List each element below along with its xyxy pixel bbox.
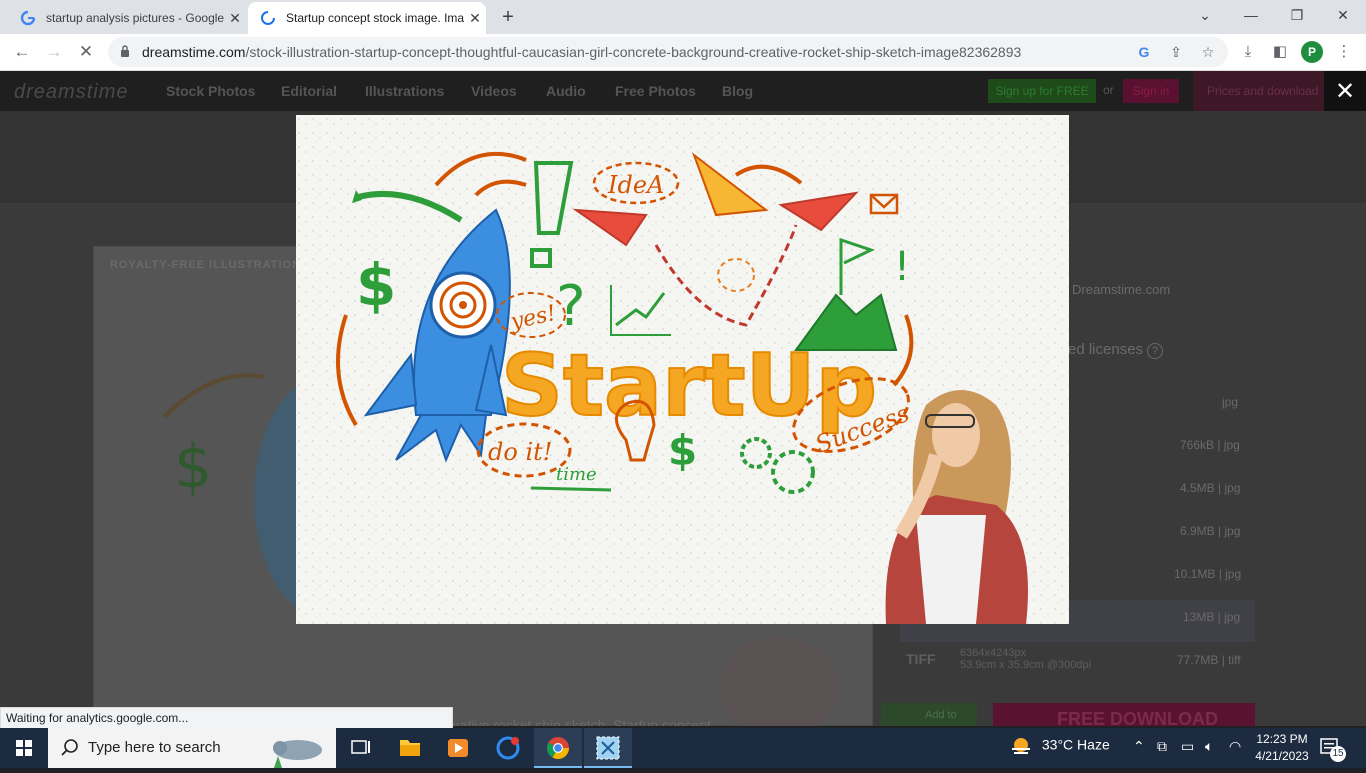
tab-close-icon[interactable]: ✕: [464, 10, 486, 27]
loading-spinner-icon: [260, 10, 276, 26]
svg-text:!: !: [894, 244, 910, 290]
image-caption: eative rocket ship sketch. Startup conce…: [452, 717, 712, 726]
google-lens-icon[interactable]: G: [1134, 42, 1154, 62]
close-window-button[interactable]: ✕: [1320, 0, 1366, 30]
help-icon[interactable]: ?: [1147, 343, 1163, 359]
tiff-resolution-cm: 53.9cm x 35.9cm @300dpi: [960, 659, 1092, 671]
volume-icon[interactable]: 🔈︎: [1205, 738, 1213, 755]
size-option[interactable]: 10.1MB | jpg: [1174, 567, 1241, 581]
startup-illustration: $ $ ? yes! IdeA ! StartUp do it! time Su…: [296, 115, 1069, 624]
lightbox-image[interactable]: $ $ ? yes! IdeA ! StartUp do it! time Su…: [296, 115, 1069, 624]
size-option[interactable]: 4.5MB | jpg: [1180, 481, 1240, 495]
url-path: /stock-illustration-startup-concept-thou…: [245, 44, 1022, 60]
file-explorer-icon[interactable]: [386, 728, 434, 768]
meet-now-icon[interactable]: ⧉: [1157, 738, 1167, 755]
windows-taskbar: Type here to search 33°C Haze ⌃ ⧉ ▭ 🔈︎ ◠…: [0, 728, 1366, 768]
download-icon[interactable]: ⤓: [1237, 41, 1259, 63]
side-panel-icon[interactable]: ◧: [1269, 41, 1291, 63]
battery-icon[interactable]: ▭: [1181, 738, 1194, 755]
new-tab-button[interactable]: +: [496, 6, 520, 30]
size-option[interactable]: 766kB | jpg: [1180, 438, 1240, 452]
tab-search-icon[interactable]: ⌄: [1182, 0, 1228, 30]
size-option[interactable]: 77.7MB | tiff: [1177, 653, 1241, 667]
weather-text: 33°C Haze: [1041, 736, 1110, 753]
tiff-label: TIFF: [906, 651, 936, 667]
snipping-tool-icon[interactable]: [584, 728, 632, 768]
clock-time: 12:23 PM: [1256, 732, 1308, 746]
free-download-button[interactable]: FREE DOWNLOAD: [993, 703, 1255, 726]
google-icon: [20, 10, 36, 26]
nav-editorial[interactable]: Editorial: [281, 83, 337, 99]
nav-stock-photos[interactable]: Stock Photos: [166, 83, 255, 99]
size-option[interactable]: jpg: [1222, 395, 1238, 409]
startup-headline: StartUp: [501, 336, 877, 436]
start-button[interactable]: [0, 728, 48, 768]
minimize-button[interactable]: —: [1228, 0, 1274, 30]
tiff-resolution: 6364x4243px 53.9cm x 35.9cm @300dpi: [960, 647, 1091, 671]
tab-close-icon[interactable]: ✕: [224, 10, 246, 27]
chrome-taskbar-icon[interactable]: [534, 728, 582, 768]
nav-illustrations[interactable]: Illustrations: [365, 83, 444, 99]
idea-text: IdeA: [607, 171, 664, 199]
dreamstime-logo[interactable]: dreamstime: [14, 81, 128, 104]
signin-button[interactable]: Sign in: [1123, 79, 1179, 103]
windows-logo-icon: [16, 740, 32, 756]
haze-sun-icon: [1012, 738, 1030, 754]
back-button[interactable]: ←: [10, 40, 34, 64]
tab-title: startup analysis pictures - Google: [46, 11, 224, 25]
time-text: time: [556, 464, 597, 485]
status-bubble: Waiting for analytics.google.com...: [0, 707, 453, 729]
weather-widget[interactable]: 33°C Haze: [1010, 736, 1110, 756]
dollar-sign-drawing: $: [356, 251, 396, 319]
browser-toolbar: ← → ✕ dreamstime.com/stock-illustration-…: [0, 34, 1366, 71]
restore-button[interactable]: ❐: [1274, 0, 1320, 30]
wifi-icon[interactable]: ◠: [1229, 738, 1241, 755]
notification-count-badge: 15: [1330, 746, 1346, 762]
profile-avatar[interactable]: P: [1301, 41, 1323, 63]
signup-button[interactable]: Sign up for FREE: [988, 79, 1096, 103]
address-bar[interactable]: dreamstime.com/stock-illustration-startu…: [108, 37, 1228, 67]
tab-strip: startup analysis pictures - Google ✕ Sta…: [0, 0, 1366, 34]
svg-text:$: $: [174, 432, 212, 502]
search-icon: [61, 739, 78, 756]
bookmark-star-icon[interactable]: ☆: [1198, 42, 1218, 62]
tab-dreamstime[interactable]: Startup concept stock image. Ima ✕: [248, 2, 486, 34]
prices-button[interactable]: Prices and download: [1193, 71, 1325, 111]
nav-blog[interactable]: Blog: [722, 83, 753, 99]
media-player-icon[interactable]: [434, 728, 482, 768]
url-text[interactable]: dreamstime.com/stock-illustration-startu…: [142, 44, 1021, 60]
task-view-button[interactable]: [336, 728, 384, 768]
more-menu-icon[interactable]: ⋮: [1333, 41, 1355, 63]
manatee-search-highlight-icon: [273, 740, 322, 768]
show-hidden-icons-chevron[interactable]: ⌃: [1133, 738, 1145, 755]
search-placeholder: Type here to search: [88, 739, 221, 756]
question-mark-drawing: ?: [556, 274, 586, 339]
or-label: or: [1103, 83, 1114, 97]
site-header: dreamstime Stock Photos Editorial Illust…: [0, 71, 1366, 113]
system-clock[interactable]: 12:23 PM 4/21/2023: [1250, 731, 1314, 765]
nav-audio[interactable]: Audio: [546, 83, 586, 99]
edge-beta-icon[interactable]: [484, 728, 532, 768]
do-it-text: do it!: [488, 438, 552, 466]
forward-button[interactable]: →: [42, 40, 66, 64]
tab-google-search[interactable]: startup analysis pictures - Google ✕: [8, 2, 246, 34]
image-credit: Dreamstime.com: [1072, 282, 1171, 297]
url-domain: dreamstime.com: [142, 44, 246, 60]
lock-icon[interactable]: [120, 45, 130, 57]
size-option[interactable]: 13MB | jpg: [1183, 610, 1240, 624]
tab-title: Startup concept stock image. Ima: [286, 11, 464, 25]
taskbar-search-box[interactable]: Type here to search: [48, 728, 336, 768]
notification-center-icon[interactable]: 15: [1320, 738, 1346, 762]
nav-videos[interactable]: Videos: [471, 83, 517, 99]
clock-date: 4/21/2023: [1255, 749, 1309, 763]
share-icon[interactable]: ⇪: [1166, 42, 1186, 62]
size-option[interactable]: 6.9MB | jpg: [1180, 524, 1240, 538]
close-lightbox-icon[interactable]: ✕: [1324, 71, 1366, 113]
tiff-resolution-px: 6364x4243px: [960, 647, 1027, 659]
stop-loading-button[interactable]: ✕: [74, 40, 98, 64]
nav-free-photos[interactable]: Free Photos: [615, 83, 696, 99]
licenses-heading: ed licenses: [1068, 341, 1144, 358]
add-to-button[interactable]: Add to: [881, 703, 977, 726]
